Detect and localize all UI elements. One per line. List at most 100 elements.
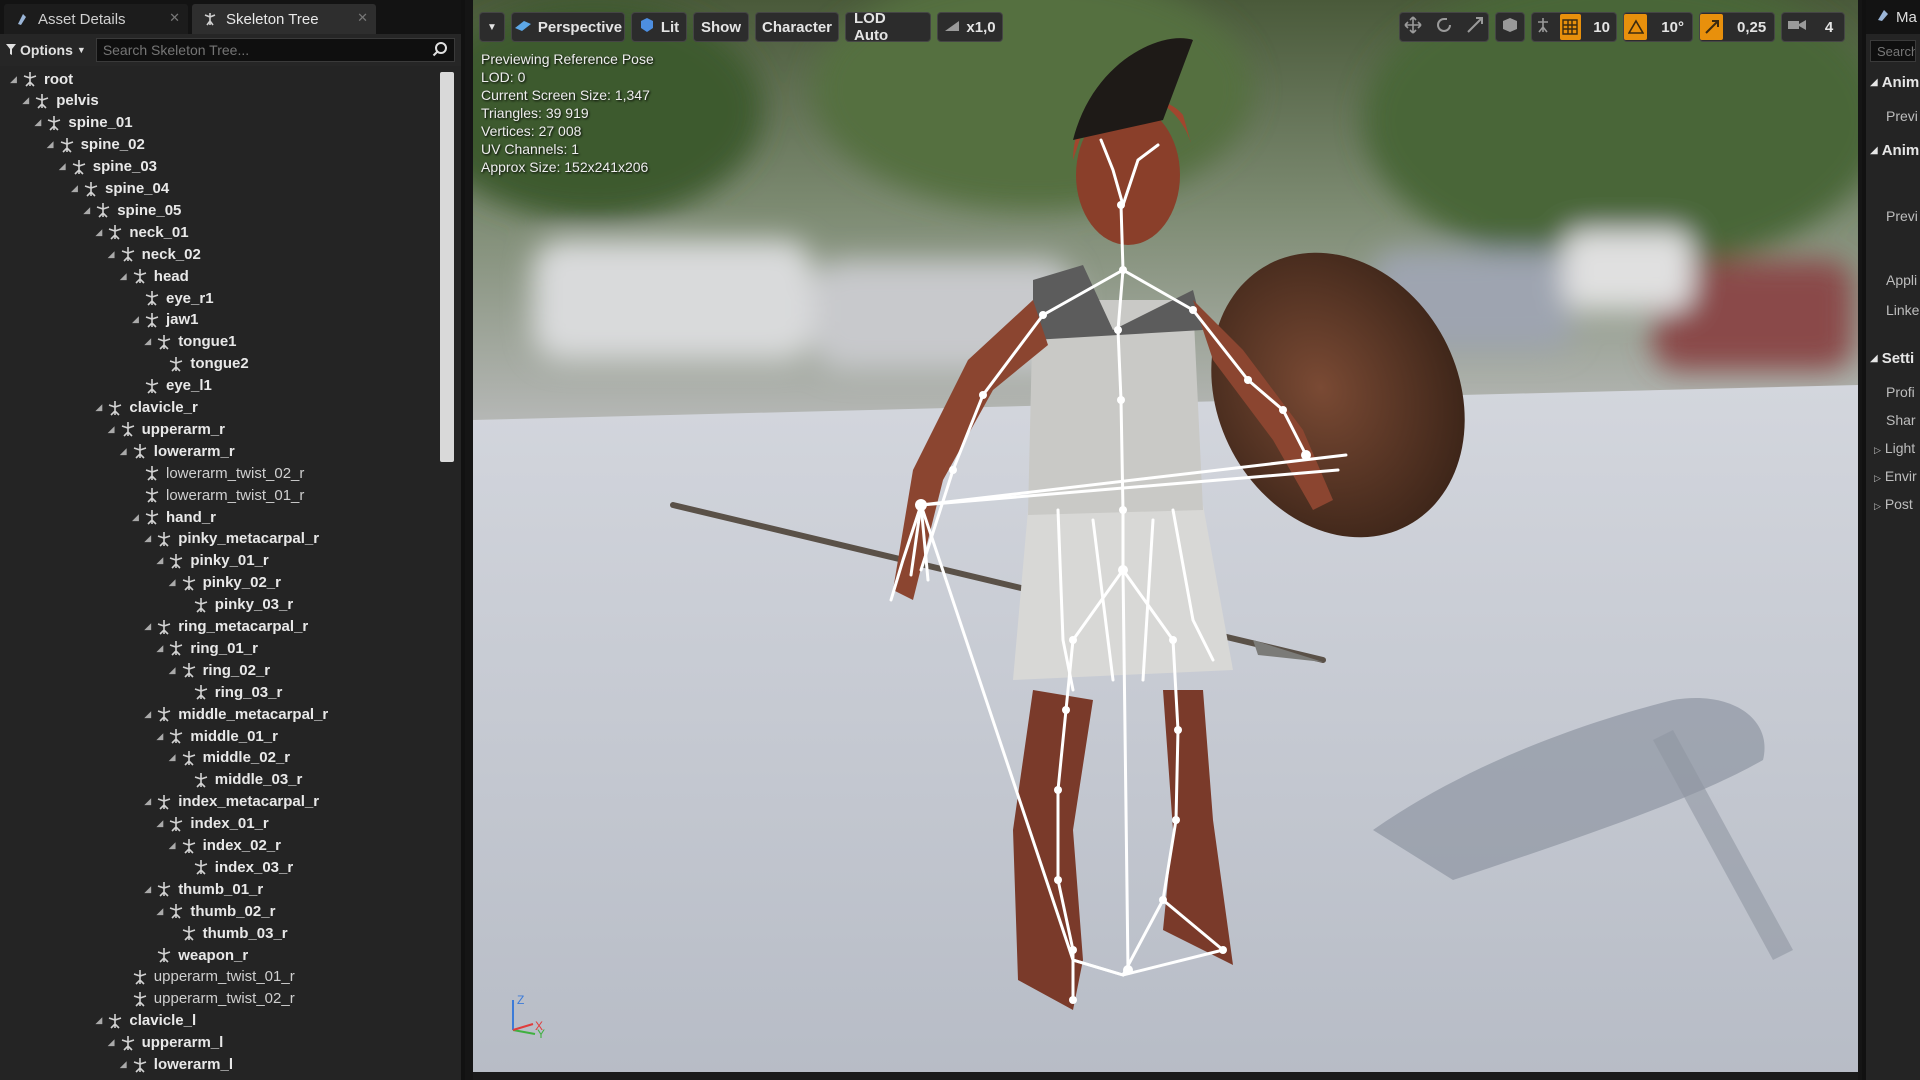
expand-arrow-icon[interactable]: ◢ (47, 139, 57, 150)
tree-row-thumb-02-r[interactable]: ◢ thumb_02_r (156, 900, 275, 922)
tree-row-neck-01[interactable]: ◢ neck_01 (95, 221, 188, 243)
group-environment[interactable]: ▷ Envir (1874, 468, 1917, 484)
tree-row-middle-03-r[interactable]: middle_03_r (181, 769, 302, 791)
tree-row-pinky-01-r[interactable]: ◢ pinky_01_r (156, 550, 268, 572)
viewport-options-button[interactable]: ▼ (479, 12, 505, 42)
tree-row-pinky-02-r[interactable]: ◢ pinky_02_r (169, 572, 281, 594)
tree-row-eye-l1[interactable]: eye_l1 (132, 375, 212, 397)
expand-arrow-icon[interactable]: ◢ (144, 621, 154, 632)
tree-row-index-metacarpal-r[interactable]: ◢ index_metacarpal_r (144, 791, 319, 813)
search-icon[interactable] (432, 41, 448, 60)
expand-arrow-icon[interactable]: ◢ (156, 643, 166, 654)
tree-scrollbar[interactable] (440, 72, 454, 462)
tree-row-index-03-r[interactable]: index_03_r (181, 856, 293, 878)
expand-arrow-icon[interactable]: ◢ (71, 183, 81, 194)
rotation-snap-icon[interactable] (1624, 14, 1648, 40)
expand-arrow-icon[interactable]: ◢ (83, 205, 93, 216)
tree-row-ring-metacarpal-r[interactable]: ◢ ring_metacarpal_r (144, 616, 308, 638)
expand-arrow-icon[interactable]: ◢ (95, 227, 105, 238)
expand-arrow-icon[interactable]: ◢ (59, 161, 69, 172)
tree-row-clavicle-l[interactable]: ◢ clavicle_l (95, 1010, 196, 1032)
expand-arrow-icon[interactable]: ◢ (132, 512, 142, 523)
translate-icon[interactable] (1400, 16, 1425, 38)
expand-arrow-icon[interactable]: ◢ (144, 336, 154, 347)
tree-row-tongue2[interactable]: tongue2 (156, 353, 249, 375)
expand-arrow-icon[interactable]: ◢ (108, 249, 118, 260)
expand-arrow-icon[interactable]: ◢ (156, 555, 166, 566)
tree-row-lowerarm-twist-01-r[interactable]: lowerarm_twist_01_r (132, 484, 304, 506)
expand-arrow-icon[interactable]: ◢ (108, 1037, 118, 1048)
lod-button[interactable]: LOD Auto (845, 10, 931, 44)
expand-arrow-icon[interactable]: ◢ (22, 95, 32, 106)
tree-row-pinky-03-r[interactable]: pinky_03_r (181, 594, 293, 616)
tree-row-index-02-r[interactable]: ◢ index_02_r (169, 835, 281, 857)
tree-row-middle-01-r[interactable]: ◢ middle_01_r (156, 725, 278, 747)
playback-speed-button[interactable]: x1,0 (937, 12, 1003, 42)
expand-arrow-icon[interactable]: ◢ (169, 577, 179, 588)
grid-icon[interactable] (1559, 14, 1582, 40)
expand-arrow-icon[interactable]: ◢ (144, 884, 154, 895)
tree-row-upperarm-r[interactable]: ◢ upperarm_r (108, 418, 225, 440)
tree-row-weapon-r[interactable]: weapon_r (144, 944, 248, 966)
expand-arrow-icon[interactable]: ◢ (156, 906, 166, 917)
show-button[interactable]: Show (693, 12, 749, 42)
tree-row-head[interactable]: ◢ head (120, 265, 189, 287)
group-post-processing[interactable]: ▷ Post (1874, 496, 1913, 512)
expand-arrow-icon[interactable]: ◢ (144, 709, 154, 720)
scale-icon[interactable] (1463, 16, 1488, 38)
tab-asset-details[interactable]: Asset Details ✕ (4, 4, 188, 34)
section-settings[interactable]: ◢ Setti (1870, 350, 1914, 367)
tree-row-pinky-metacarpal-r[interactable]: ◢ pinky_metacarpal_r (144, 528, 319, 550)
expand-arrow-icon[interactable]: ◢ (169, 752, 179, 763)
expand-arrow-icon[interactable]: ◢ (10, 74, 20, 85)
expand-arrow-icon[interactable]: ◢ (156, 731, 166, 742)
tree-row-spine-01[interactable]: ◢ spine_01 (34, 112, 132, 134)
tree-row-tongue1[interactable]: ◢ tongue1 (144, 331, 236, 353)
surface-snap-icon[interactable] (1532, 17, 1554, 37)
tree-row-thumb-03-r[interactable]: thumb_03_r (169, 922, 288, 944)
tree-row-hand-r[interactable]: ◢ hand_r (132, 506, 216, 528)
tree-row-thumb-01-r[interactable]: ◢ thumb_01_r (144, 878, 263, 900)
tree-row-lowerarm-twist-02-r[interactable]: lowerarm_twist_02_r (132, 462, 304, 484)
expand-arrow-icon[interactable]: ◢ (120, 446, 130, 457)
tree-row-ring-01-r[interactable]: ◢ ring_01_r (156, 637, 258, 659)
close-icon[interactable]: ✕ (169, 10, 180, 26)
tree-row-neck-02[interactable]: ◢ neck_02 (108, 243, 201, 265)
tree-row-ring-02-r[interactable]: ◢ ring_02_r (169, 659, 271, 681)
expand-arrow-icon[interactable]: ◢ (120, 1059, 130, 1070)
tree-row-spine-05[interactable]: ◢ spine_05 (83, 199, 181, 221)
tree-row-spine-04[interactable]: ◢ spine_04 (71, 178, 169, 200)
expand-arrow-icon[interactable]: ◢ (169, 840, 179, 851)
tree-row-upperarm-twist-01-r[interactable]: upperarm_twist_01_r (120, 966, 295, 988)
tree-row-clavicle-r[interactable]: ◢ clavicle_r (95, 397, 197, 419)
tree-row-spine-02[interactable]: ◢ spine_02 (47, 134, 145, 156)
tab-skeleton-tree[interactable]: Skeleton Tree ✕ (192, 4, 376, 34)
tree-row-middle-metacarpal-r[interactable]: ◢ middle_metacarpal_r (144, 703, 328, 725)
expand-arrow-icon[interactable]: ◢ (34, 117, 44, 128)
details-search[interactable]: Search (1870, 40, 1916, 62)
options-button[interactable]: Options ▼ (6, 42, 86, 58)
rotate-icon[interactable] (1431, 16, 1456, 38)
world-local-toggle[interactable] (1495, 12, 1525, 42)
tree-row-middle-02-r[interactable]: ◢ middle_02_r (169, 747, 291, 769)
tree-row-upperarm-twist-02-r[interactable]: upperarm_twist_02_r (120, 988, 295, 1010)
tree-row-upperarm-l[interactable]: ◢ upperarm_l (108, 1032, 224, 1054)
search-input[interactable] (102, 42, 432, 58)
group-lighting[interactable]: ▷ Light (1874, 440, 1915, 456)
tree-row-ring-03-r[interactable]: ring_03_r (181, 681, 282, 703)
tree-row-spine-03[interactable]: ◢ spine_03 (59, 156, 157, 178)
tree-row-pelvis[interactable]: ◢ pelvis (22, 90, 99, 112)
grid-snap-value[interactable]: 10 (1587, 19, 1616, 36)
tree-row-eye-r1[interactable]: eye_r1 (132, 287, 214, 309)
tree-row-jaw1[interactable]: ◢ jaw1 (132, 309, 199, 331)
perspective-button[interactable]: Perspective (511, 12, 625, 42)
tab-preview-settings[interactable]: Ma (1866, 0, 1920, 34)
search-field[interactable] (95, 38, 455, 62)
tree-row-root[interactable]: ◢ root (10, 68, 73, 90)
tree-row-index-01-r[interactable]: ◢ index_01_r (156, 813, 268, 835)
section-animation-1[interactable]: ◢ Anim (1870, 74, 1919, 91)
expand-arrow-icon[interactable]: ◢ (120, 271, 130, 282)
expand-arrow-icon[interactable]: ◢ (132, 314, 142, 325)
tree-row-lowerarm-l[interactable]: ◢ lowerarm_l (120, 1054, 233, 1076)
close-icon[interactable]: ✕ (357, 10, 368, 26)
